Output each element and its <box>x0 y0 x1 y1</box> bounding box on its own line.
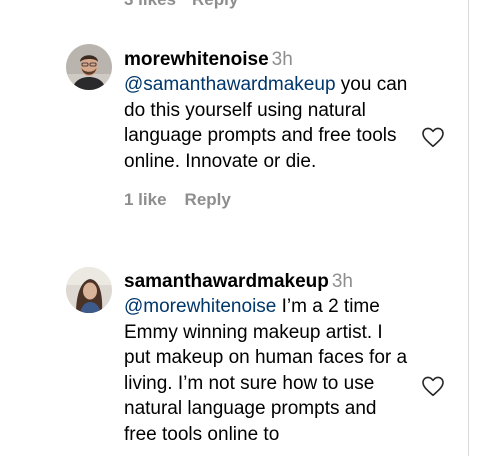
comment-body: samanthawardmakeup 3h @morewhitenoise I’m… <box>124 270 414 447</box>
comment-author-line: samanthawardmakeup 3h <box>124 270 414 294</box>
panel-divider <box>468 0 469 456</box>
comment-reply-button[interactable]: Reply <box>185 190 231 210</box>
comment-timestamp[interactable]: 3h <box>332 271 353 292</box>
like-heart-icon[interactable] <box>421 375 445 397</box>
comment-likes-count[interactable]: 1 like <box>124 190 167 210</box>
comment-text-content: I’m a 2 time Emmy winning makeup artist.… <box>124 296 408 445</box>
like-heart-icon[interactable] <box>421 126 445 148</box>
comment-timestamp[interactable]: 3h <box>272 49 293 70</box>
previous-comment-likes[interactable]: 3 likes <box>124 0 176 10</box>
avatar[interactable] <box>66 44 112 90</box>
comment-mention[interactable]: @morewhitenoise <box>124 296 276 317</box>
comment-author-line: morewhitenoise 3h <box>124 48 414 72</box>
comment-body: morewhitenoise 3h @samanthawardmakeup you… <box>124 48 414 210</box>
comment-meta: 1 like Reply <box>124 190 414 210</box>
comment-username[interactable]: samanthawardmakeup <box>124 271 329 292</box>
comment-username[interactable]: morewhitenoise <box>124 49 269 70</box>
comment-text: @morewhitenoise I’m a 2 time Emmy winnin… <box>124 294 414 447</box>
comment-mention[interactable]: @samanthawardmakeup <box>124 74 336 95</box>
comment-text: @samanthawardmakeup you can do this your… <box>124 72 414 174</box>
avatar[interactable] <box>66 267 112 313</box>
previous-comment-reply-button[interactable]: Reply <box>192 0 238 10</box>
previous-comment-meta: 3 likes Reply <box>124 0 238 10</box>
